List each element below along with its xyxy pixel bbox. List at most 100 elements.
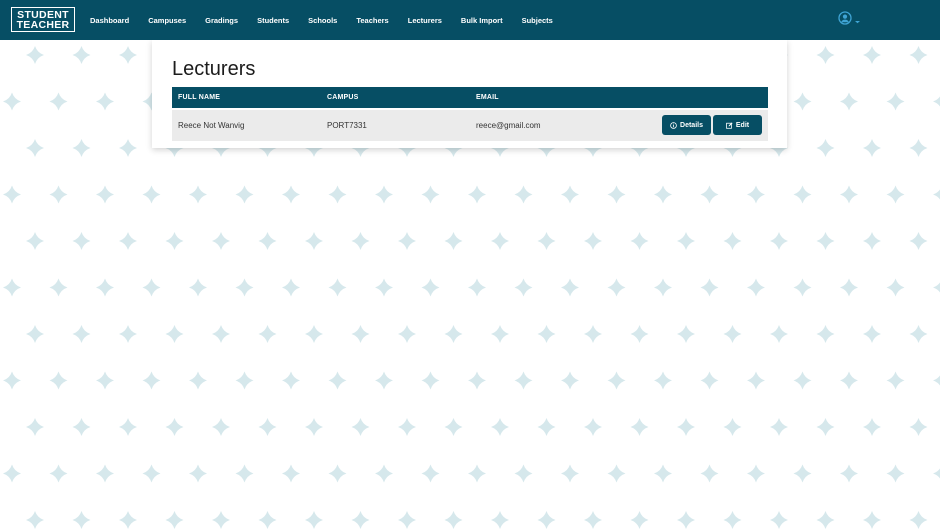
- pattern-star: [49, 464, 68, 483]
- column-header-email: EMAIL: [476, 94, 499, 101]
- pattern-star: [375, 464, 393, 483]
- pattern-star: [142, 185, 161, 204]
- pattern-star: [189, 278, 207, 297]
- pattern-star: [584, 325, 602, 343]
- table-row: Reece Not Wanvig PORT7331 reece@gmail.co…: [172, 110, 768, 141]
- pattern-star: [816, 511, 835, 529]
- pattern-star: [142, 278, 161, 297]
- pattern-star: [630, 232, 649, 250]
- pattern-star: [816, 418, 835, 436]
- cell-email: reece@gmail.com: [476, 121, 541, 130]
- pattern-star: [816, 325, 835, 343]
- pattern-star: [72, 511, 91, 529]
- pattern-star: [375, 185, 393, 204]
- pattern-star: [235, 464, 254, 483]
- pattern-star: [840, 464, 858, 483]
- pattern-star: [3, 92, 21, 111]
- pattern-star: [96, 185, 114, 204]
- pattern-star: [72, 232, 91, 250]
- pattern-star: [793, 464, 812, 483]
- pattern-star: [840, 371, 858, 390]
- pattern-star: [421, 278, 440, 297]
- pattern-star: [258, 232, 277, 250]
- pattern-star: [26, 139, 44, 157]
- brand-logo[interactable]: STUDENT TEACHER: [11, 7, 75, 32]
- pattern-star: [444, 418, 463, 436]
- edit-button[interactable]: Edit: [713, 115, 762, 135]
- pattern-star: [700, 185, 719, 204]
- pattern-star: [933, 282, 940, 293]
- pattern-star: [258, 418, 277, 436]
- pattern-star: [398, 325, 416, 343]
- details-button[interactable]: Details: [662, 115, 711, 135]
- pattern-star: [49, 278, 68, 297]
- pattern-star: [305, 418, 323, 436]
- nav-item-campuses[interactable]: Campuses: [148, 16, 186, 25]
- pattern-star: [840, 185, 858, 204]
- pattern-star: [282, 464, 300, 483]
- nav-item-teachers[interactable]: Teachers: [356, 16, 388, 25]
- nav-item-bulk-import[interactable]: Bulk Import: [461, 16, 503, 25]
- pattern-star: [607, 185, 626, 204]
- pattern-star: [398, 511, 416, 529]
- pattern-star: [444, 232, 463, 250]
- pattern-star: [398, 232, 416, 250]
- pattern-star: [863, 232, 881, 250]
- edit-button-label: Edit: [735, 121, 750, 129]
- pattern-star: [351, 232, 370, 250]
- pattern-star: [305, 511, 323, 529]
- pattern-star: [96, 92, 114, 111]
- pattern-star: [165, 325, 184, 343]
- pattern-star: [49, 185, 68, 204]
- pattern-star: [886, 92, 905, 111]
- pattern-star: [584, 232, 602, 250]
- pattern-star: [468, 278, 486, 297]
- pattern-star: [723, 511, 742, 529]
- pattern-star: [723, 325, 742, 343]
- pattern-star: [26, 511, 44, 529]
- pattern-star: [398, 418, 416, 436]
- info-circle-icon: [670, 121, 677, 129]
- pattern-star: [909, 511, 928, 529]
- pattern-star: [654, 278, 672, 297]
- pattern-star: [119, 139, 137, 157]
- pattern-star: [119, 511, 137, 529]
- user-menu-toggle[interactable]: [838, 10, 860, 28]
- pattern-star: [700, 371, 719, 390]
- pattern-star: [933, 96, 940, 107]
- pattern-star: [747, 464, 765, 483]
- pattern-star: [189, 185, 207, 204]
- pattern-star: [747, 371, 765, 390]
- pattern-star: [537, 418, 556, 436]
- pattern-star: [96, 464, 114, 483]
- pattern-star: [165, 418, 184, 436]
- pattern-star: [235, 278, 254, 297]
- pattern-star: [909, 46, 928, 64]
- nav-item-gradings[interactable]: Gradings: [205, 16, 238, 25]
- pattern-star: [282, 185, 300, 204]
- pattern-star: [305, 325, 323, 343]
- pattern-star: [700, 278, 719, 297]
- pattern-star: [863, 46, 881, 64]
- pattern-star: [26, 232, 44, 250]
- pattern-star: [468, 185, 486, 204]
- pattern-star: [840, 278, 858, 297]
- nav-item-subjects[interactable]: Subjects: [522, 16, 553, 25]
- pattern-star: [142, 464, 161, 483]
- brand-line-2: TEACHER: [16, 18, 70, 31]
- pattern-star: [351, 325, 370, 343]
- pattern-star: [723, 418, 742, 436]
- pattern-star: [212, 232, 230, 250]
- nav-item-dashboard[interactable]: Dashboard: [90, 16, 129, 25]
- pattern-star: [421, 464, 440, 483]
- pattern-star: [3, 371, 21, 390]
- pattern-star: [700, 464, 719, 483]
- pattern-star: [212, 418, 230, 436]
- nav-item-schools[interactable]: Schools: [308, 16, 337, 25]
- pattern-star: [49, 92, 68, 111]
- pattern-star: [72, 139, 91, 157]
- top-navbar: STUDENT TEACHER Dashboard Campuses Gradi…: [0, 0, 940, 40]
- nav-item-students[interactable]: Students: [257, 16, 289, 25]
- column-header-campus: CAMPUS: [327, 94, 359, 101]
- nav-item-lecturers[interactable]: Lecturers: [408, 16, 442, 25]
